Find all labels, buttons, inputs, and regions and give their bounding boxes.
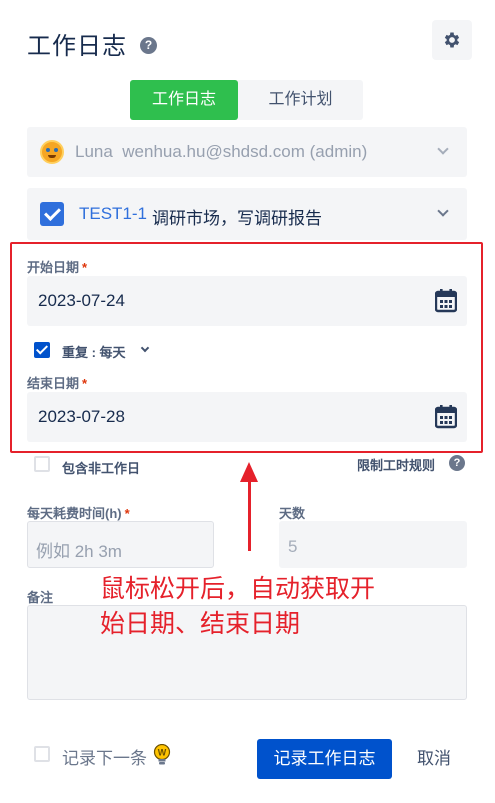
lightbulb-icon: W [153,744,171,765]
end-date-label-text: 结束日期 [27,376,80,391]
submit-button[interactable]: 记录工作日志 [257,739,392,779]
task-summary: 调研市场，写调研报告 [152,209,322,228]
repeat-checkbox[interactable] [34,342,50,358]
svg-text:W: W [158,748,167,758]
gear-icon [444,32,460,48]
daily-time-label: 每天耗费时间(h) * [27,503,130,522]
required-mark: * [124,506,130,521]
start-date-label: 开始日期 * [27,257,87,276]
days-value: 5 [288,537,298,556]
calendar-icon[interactable] [435,289,457,313]
daily-time-input[interactable]: 例如 2h 3m [27,521,214,568]
task-checkbox[interactable] [40,202,64,226]
question-circle-icon[interactable]: ? [140,37,157,54]
daily-time-label-text: 每天耗费时间(h) [27,506,122,521]
tab-bar: 工作日志 工作计划 [130,80,363,120]
page-title: 工作日志 [27,33,127,60]
user-email: wenhua.hu@shdsd.com (admin) [122,142,368,161]
days-field: 5 [279,521,467,568]
annotation-line-1: 鼠标松开后，自动获取开 [100,575,376,603]
tab-work-plan[interactable]: 工作计划 [238,80,363,120]
task-select[interactable]: TEST1-1 调研市场，写调研报告 [27,188,467,240]
limit-rule-link[interactable]: 限制工时规则 [357,455,435,474]
required-mark: * [82,376,88,391]
tab-work-log[interactable]: 工作日志 [130,80,238,120]
chevron-down-icon [437,205,449,217]
chevron-down-icon [437,143,449,155]
end-date-value: 2023-07-28 [38,407,125,426]
repeat-select[interactable]: 重复 : 每天 [62,342,126,361]
annotation-line-2: 始日期、结束日期 [100,610,301,638]
settings-button[interactable] [432,20,472,60]
note-label: 备注 [27,590,54,605]
user-name: Luna [75,142,113,161]
daily-time-placeholder: 例如 2h 3m [36,542,122,561]
arrow-shaft [248,478,251,551]
days-label: 天数 [279,506,306,521]
start-date-label-text: 开始日期 [27,260,80,275]
end-date-field[interactable]: 2023-07-28 [27,392,467,442]
start-date-value: 2023-07-24 [38,291,125,310]
include-non-workday-label: 包含非工作日 [62,461,141,476]
user-label: Luna wenhua.hu@shdsd.com (admin) [75,142,367,162]
question-circle-icon[interactable]: ? [449,455,465,471]
user-select[interactable]: Luna wenhua.hu@shdsd.com (admin) [27,127,467,177]
start-date-field[interactable]: 2023-07-24 [27,276,467,326]
calendar-icon[interactable] [435,405,457,429]
next-record-label: 记录下一条 [62,749,147,768]
end-date-label: 结束日期 * [27,373,87,392]
task-key: TEST1-1 [79,204,148,223]
next-record-checkbox[interactable] [34,746,50,762]
include-non-workday-checkbox[interactable] [34,456,50,472]
avatar [40,140,64,164]
required-mark: * [82,260,88,275]
cancel-button[interactable]: 取消 [406,739,462,779]
annotation-text: 鼠标松开后，自动获取开 始日期、结束日期 [100,572,375,642]
